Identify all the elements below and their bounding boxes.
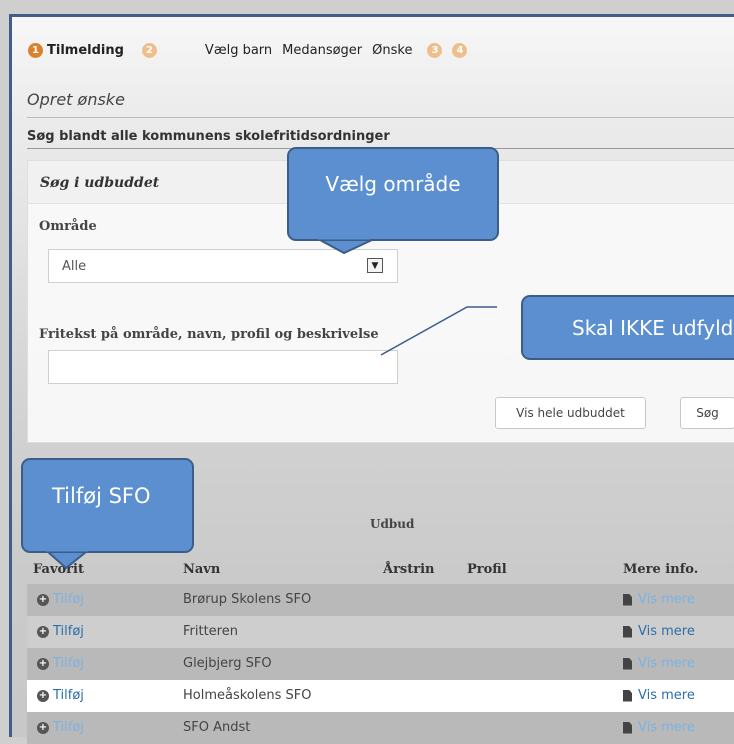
document-icon xyxy=(623,689,632,702)
step-number-active: 1 xyxy=(28,42,43,58)
document-icon xyxy=(623,625,632,638)
add-label: Tilføj xyxy=(53,592,84,607)
plus-circle-icon: + xyxy=(37,689,49,702)
area-label: Område xyxy=(39,219,97,234)
step-label-tilmelding: Tilmelding xyxy=(47,42,124,58)
add-favorite-link[interactable]: + Tilføj xyxy=(37,688,84,703)
more-info-link[interactable]: Vis mere xyxy=(623,592,695,607)
document-icon xyxy=(623,593,632,606)
section-title: Søg blandt alle kommunens skolefritidsor… xyxy=(27,129,390,144)
callout-add-sfo: Tilføj SFO xyxy=(21,458,194,553)
more-info-link[interactable]: Vis mere xyxy=(623,688,695,703)
more-label: Vis mere xyxy=(638,688,695,703)
row-name: SFO Andst xyxy=(183,720,251,735)
results-label: Udbud xyxy=(370,517,415,531)
more-label: Vis mere xyxy=(638,624,695,639)
more-label: Vis mere xyxy=(638,656,695,671)
callout-do-not-fill: Skal IKKE udfyldes xyxy=(521,295,734,360)
more-info-link[interactable]: Vis mere xyxy=(623,656,695,671)
table-row: + Tilføj SFO Andst Vis mere xyxy=(27,712,734,744)
add-favorite-link[interactable]: + Tilføj xyxy=(37,720,84,735)
row-name: Brørup Skolens SFO xyxy=(183,592,312,607)
wizard-stepper: 1 Tilmelding 2 Vælg barn Medansøger Ønsk… xyxy=(28,40,468,60)
search-button[interactable]: Søg xyxy=(680,397,734,429)
table-row: + Tilføj Glejbjerg SFO Vis mere xyxy=(27,648,734,680)
freetext-label: Fritekst på område, navn, profil og besk… xyxy=(39,327,379,342)
plus-circle-icon: + xyxy=(37,625,49,638)
column-header-name: Navn xyxy=(183,562,221,577)
table-row: + Tilføj Brørup Skolens SFO Vis mere xyxy=(27,584,734,616)
chevron-down-icon[interactable]: ▼ xyxy=(367,258,383,273)
plus-circle-icon: + xyxy=(37,657,49,670)
more-label: Vis mere xyxy=(638,592,695,607)
page-title: Opret ønske xyxy=(27,90,125,109)
step-number-4[interactable]: 4 xyxy=(452,42,468,58)
document-icon xyxy=(623,657,632,670)
area-select-value: Alle xyxy=(62,259,87,274)
add-favorite-link[interactable]: + Tilføj xyxy=(37,656,84,671)
substep-choose-child[interactable]: Vælg barn xyxy=(205,43,272,58)
column-header-profile: Profil xyxy=(467,562,507,577)
substep-co-applicant[interactable]: Medansøger xyxy=(282,43,362,58)
row-name: Glejbjerg SFO xyxy=(183,656,272,671)
callout-choose-area: Vælg område xyxy=(287,147,499,241)
table-row: + Tilføj Holmeåskolens SFO Vis mere xyxy=(27,680,734,712)
show-all-button[interactable]: Vis hele udbuddet xyxy=(495,397,646,429)
more-info-link[interactable]: Vis mere xyxy=(623,720,695,735)
results-table: + Tilføj Brørup Skolens SFO Vis mere + Til… xyxy=(27,584,734,744)
area-select[interactable]: Alle ▼ xyxy=(48,249,398,283)
row-name: Fritteren xyxy=(183,624,238,639)
column-header-grade: Årstrin xyxy=(383,562,435,577)
title-divider xyxy=(27,117,734,118)
more-info-link[interactable]: Vis mere xyxy=(623,624,695,639)
freetext-input[interactable] xyxy=(48,350,398,384)
step-number-2[interactable]: 2 xyxy=(141,42,157,58)
add-favorite-link[interactable]: + Tilføj xyxy=(37,592,84,607)
search-panel-title: Søg i udbuddet xyxy=(40,175,160,191)
plus-circle-icon: + xyxy=(37,593,49,606)
add-label: Tilføj xyxy=(53,656,84,671)
column-header-more-info: Mere info. xyxy=(623,562,699,577)
add-label: Tilføj xyxy=(53,720,84,735)
more-label: Vis mere xyxy=(638,720,695,735)
column-header-favorite: Favorit xyxy=(33,562,84,577)
document-icon xyxy=(623,721,632,734)
plus-circle-icon: + xyxy=(37,721,49,734)
substep-wish[interactable]: Ønske xyxy=(372,43,412,58)
step-number-3[interactable]: 3 xyxy=(427,42,443,58)
add-favorite-link[interactable]: + Tilføj xyxy=(37,624,84,639)
row-name: Holmeåskolens SFO xyxy=(183,688,312,703)
table-row: + Tilføj Fritteren Vis mere xyxy=(27,616,734,648)
add-label: Tilføj xyxy=(53,624,84,639)
add-label: Tilføj xyxy=(53,688,84,703)
